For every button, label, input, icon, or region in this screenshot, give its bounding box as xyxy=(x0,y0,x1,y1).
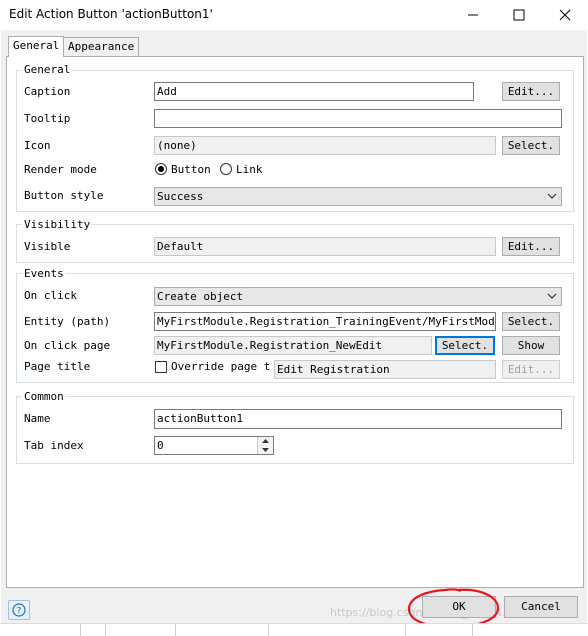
window-title: Edit Action Button 'actionButton1' xyxy=(9,7,213,21)
close-icon xyxy=(559,9,571,21)
stepper-up-icon[interactable] xyxy=(258,437,273,445)
tab-index-input[interactable]: 0 xyxy=(154,436,274,455)
icon-label: Icon xyxy=(24,139,51,152)
tab-index-value: 0 xyxy=(157,439,164,452)
tab-index-label: Tab index xyxy=(24,439,84,452)
visible-edit-button[interactable]: Edit... xyxy=(502,237,560,256)
help-icon: ? xyxy=(12,603,26,617)
on-click-page-select-button[interactable]: Select. xyxy=(435,336,495,355)
tooltip-label: Tooltip xyxy=(24,112,71,125)
on-click-page-label: On click page xyxy=(24,339,111,352)
tab-appearance[interactable]: Appearance xyxy=(63,37,140,56)
entity-select-button[interactable]: Select. xyxy=(502,312,560,331)
stepper-down-icon[interactable] xyxy=(258,446,273,454)
render-mode-link-radio[interactable] xyxy=(220,163,232,175)
on-click-value: Create object xyxy=(157,290,244,303)
common-group xyxy=(16,396,574,464)
page-title-field: Edit Registration xyxy=(274,360,496,379)
render-mode-button-label[interactable]: Button xyxy=(171,163,211,176)
visibility-group-title: Visibility xyxy=(22,218,93,231)
override-page-title-checkbox[interactable] xyxy=(155,361,167,373)
entity-path-label: Entity (path) xyxy=(24,315,111,328)
caption-input[interactable]: Add xyxy=(154,82,474,101)
cancel-button[interactable]: Cancel xyxy=(504,596,578,618)
icon-select-button[interactable]: Select. xyxy=(502,136,560,155)
maximize-icon xyxy=(513,9,525,21)
tab-index-stepper[interactable] xyxy=(257,437,273,454)
chevron-down-icon xyxy=(547,193,557,199)
tooltip-input[interactable] xyxy=(154,109,562,128)
render-mode-link-label[interactable]: Link xyxy=(236,163,263,176)
entity-path-field[interactable]: MyFirstModule.Registration_TrainingEvent… xyxy=(154,312,496,331)
on-click-page-field: MyFirstModule.Registration_NewEdit xyxy=(154,336,432,355)
caption-label: Caption xyxy=(24,85,71,98)
help-button[interactable]: ? xyxy=(8,600,30,620)
on-click-label: On click xyxy=(24,289,77,302)
background-strip xyxy=(0,623,588,636)
visible-field: Default xyxy=(154,237,496,256)
page-title-label: Page title xyxy=(24,360,91,373)
common-group-title: Common xyxy=(22,390,66,403)
render-mode-button-radio[interactable] xyxy=(155,163,167,175)
chevron-down-icon xyxy=(547,293,557,299)
name-input[interactable]: actionButton1 xyxy=(154,409,562,429)
override-page-title-label[interactable]: Override page t xyxy=(171,360,271,373)
icon-field: (none) xyxy=(154,136,496,155)
on-click-select[interactable]: Create object xyxy=(154,287,562,306)
events-group-title: Events xyxy=(22,267,66,280)
button-style-value: Success xyxy=(157,190,204,203)
tab-general[interactable]: General xyxy=(8,36,65,57)
caption-edit-button[interactable]: Edit... xyxy=(502,82,560,101)
svg-text:?: ? xyxy=(17,607,22,617)
button-style-select[interactable]: Success xyxy=(154,187,562,206)
on-click-page-show-button[interactable]: Show xyxy=(502,336,560,355)
close-button[interactable] xyxy=(542,0,588,30)
minimize-icon xyxy=(468,14,478,16)
name-label: Name xyxy=(24,412,51,425)
page-title-edit-button[interactable]: Edit... xyxy=(502,360,560,379)
general-group-title: General xyxy=(22,63,73,76)
visible-label: Visible xyxy=(24,240,71,253)
button-style-label: Button style xyxy=(24,189,104,202)
render-mode-label: Render mode xyxy=(24,163,97,176)
maximize-button[interactable] xyxy=(496,0,542,30)
minimize-button[interactable] xyxy=(450,0,496,30)
